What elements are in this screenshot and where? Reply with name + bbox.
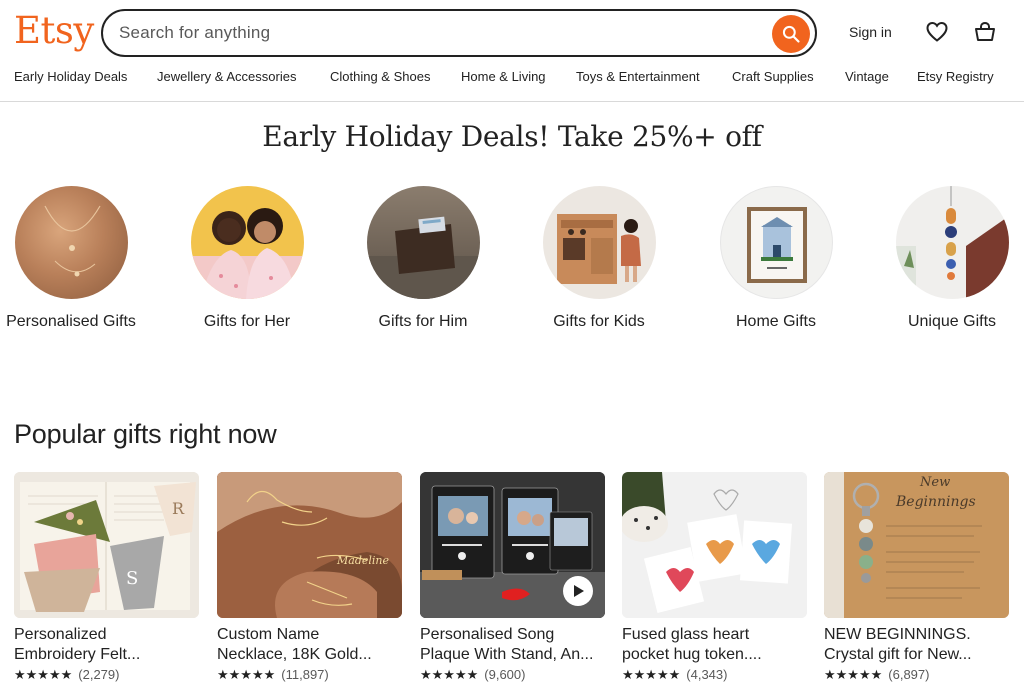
heart-icon[interactable]	[925, 20, 949, 44]
category-label: Gifts for Him	[378, 313, 468, 330]
product-image	[622, 472, 807, 618]
product-title-line2: Embroidery Felt...	[14, 646, 141, 663]
category-gifts-for-him[interactable]: Gifts for Him	[343, 186, 503, 332]
sign-in-link[interactable]: Sign in	[849, 23, 892, 41]
product-title: Personalised Song Plaque With Stand, An.…	[420, 625, 605, 665]
nav-item-clothing-shoes[interactable]: Clothing & Shoes	[330, 69, 430, 85]
shopping-bag-icon[interactable]	[973, 20, 997, 44]
category-gifts-for-her[interactable]: Gifts for Her	[167, 186, 327, 332]
play-video-button[interactable]	[563, 576, 593, 606]
product-title-line2: Necklace, 18K Gold...	[217, 646, 372, 663]
category-personalised-gifts[interactable]: Personalised Gifts	[0, 186, 151, 332]
product-rating: ★★★★★ (2,279)	[14, 667, 199, 683]
search-button[interactable]	[772, 15, 810, 53]
svg-text:S: S	[126, 568, 138, 589]
product-title-line1: Personalized	[14, 626, 107, 643]
nav-item-home-living[interactable]: Home & Living	[461, 69, 546, 85]
svg-text:R: R	[172, 499, 185, 518]
category-image	[895, 186, 1009, 299]
star-rating-icons: ★★★★★	[824, 667, 883, 682]
search-bar	[101, 9, 817, 57]
nav-item-craft-supplies[interactable]: Craft Supplies	[732, 69, 814, 85]
product-card[interactable]: Personalised Song Plaque With Stand, An.…	[420, 472, 605, 683]
review-count: (11,897)	[281, 667, 329, 682]
category-image	[190, 186, 304, 299]
nav-item-jewellery-accessories[interactable]: Jewellery & Accessories	[157, 69, 296, 85]
product-title-line1: Personalised Song	[420, 626, 555, 643]
product-card[interactable]: S R Personalized Embroidery Felt... ★★★★…	[14, 472, 199, 683]
product-rating: ★★★★★ (9,600)	[420, 667, 605, 683]
category-image	[719, 186, 833, 299]
product-title: Personalized Embroidery Felt...	[14, 625, 199, 665]
category-label: Unique Gifts	[907, 313, 997, 330]
category-label: Personalised Gifts	[6, 313, 136, 330]
review-count: (9,600)	[484, 667, 526, 682]
product-image: Madeline	[217, 472, 402, 618]
search-icon	[782, 25, 800, 43]
category-image	[14, 186, 128, 299]
nav-item-toys-entertainment[interactable]: Toys & Entertainment	[576, 69, 700, 85]
category-home-gifts[interactable]: Home Gifts	[696, 186, 856, 332]
category-label: Gifts for Kids	[553, 313, 645, 330]
product-card[interactable]: New Beginnings NEW BEGINNINGS. Crystal g…	[824, 472, 1009, 683]
product-title: Fused glass heart pocket hug token....	[622, 625, 807, 665]
product-rating: ★★★★★ (6,897)	[824, 667, 1009, 683]
svg-text:New: New	[919, 475, 950, 490]
play-icon	[574, 585, 584, 597]
star-rating-icons: ★★★★★	[217, 667, 276, 682]
etsy-logo[interactable]: Etsy	[14, 9, 94, 53]
category-label: Home Gifts	[735, 313, 816, 330]
nav-item-vintage[interactable]: Vintage	[845, 69, 889, 85]
category-nav: Early Holiday Deals Jewellery & Accessor…	[14, 69, 1014, 87]
site-header: Etsy Sign in Early Holiday Deals Jewelle…	[0, 0, 1024, 102]
product-title-line1: Fused glass heart	[622, 626, 750, 643]
product-rating: ★★★★★ (4,343)	[622, 667, 807, 683]
product-rating: ★★★★★ (11,897)	[217, 667, 402, 683]
product-image: New Beginnings	[824, 472, 1009, 618]
product-title-line2: pocket hug token....	[622, 646, 762, 663]
product-title-line2: Plaque With Stand, An...	[420, 646, 594, 663]
product-title: Custom Name Necklace, 18K Gold...	[217, 625, 402, 665]
product-title-line2: Crystal gift for New...	[824, 646, 972, 663]
search-input[interactable]	[119, 11, 769, 55]
nav-item-etsy-registry[interactable]: Etsy Registry	[917, 69, 994, 85]
category-unique-gifts[interactable]: Unique Gifts	[872, 186, 1024, 332]
category-label: Gifts for Her	[203, 313, 291, 330]
review-count: (4,343)	[686, 667, 728, 682]
category-gifts-for-kids[interactable]: Gifts for Kids	[519, 186, 679, 332]
product-card[interactable]: Fused glass heart pocket hug token.... ★…	[622, 472, 807, 683]
review-count: (6,897)	[888, 667, 930, 682]
product-image: S R	[14, 472, 199, 618]
product-title-line1: NEW BEGINNINGS.	[824, 626, 971, 643]
category-image	[366, 186, 480, 299]
banner-title: Early Holiday Deals! Take 25%+ off	[262, 120, 762, 153]
product-card[interactable]: Madeline Custom Name Necklace, 18K Gold.…	[217, 472, 402, 683]
nav-item-early-holiday-deals[interactable]: Early Holiday Deals	[14, 69, 127, 85]
star-rating-icons: ★★★★★	[622, 667, 681, 682]
product-title-line1: Custom Name	[217, 626, 320, 643]
section-title: Popular gifts right now	[14, 419, 277, 449]
category-image	[542, 186, 656, 299]
svg-text:Beginnings: Beginnings	[895, 494, 976, 510]
star-rating-icons: ★★★★★	[14, 667, 73, 682]
review-count: (2,279)	[78, 667, 120, 682]
product-image	[420, 472, 605, 618]
star-rating-icons: ★★★★★	[420, 667, 479, 682]
product-title: NEW BEGINNINGS. Crystal gift for New...	[824, 625, 1009, 665]
svg-text:Madeline: Madeline	[336, 554, 389, 567]
